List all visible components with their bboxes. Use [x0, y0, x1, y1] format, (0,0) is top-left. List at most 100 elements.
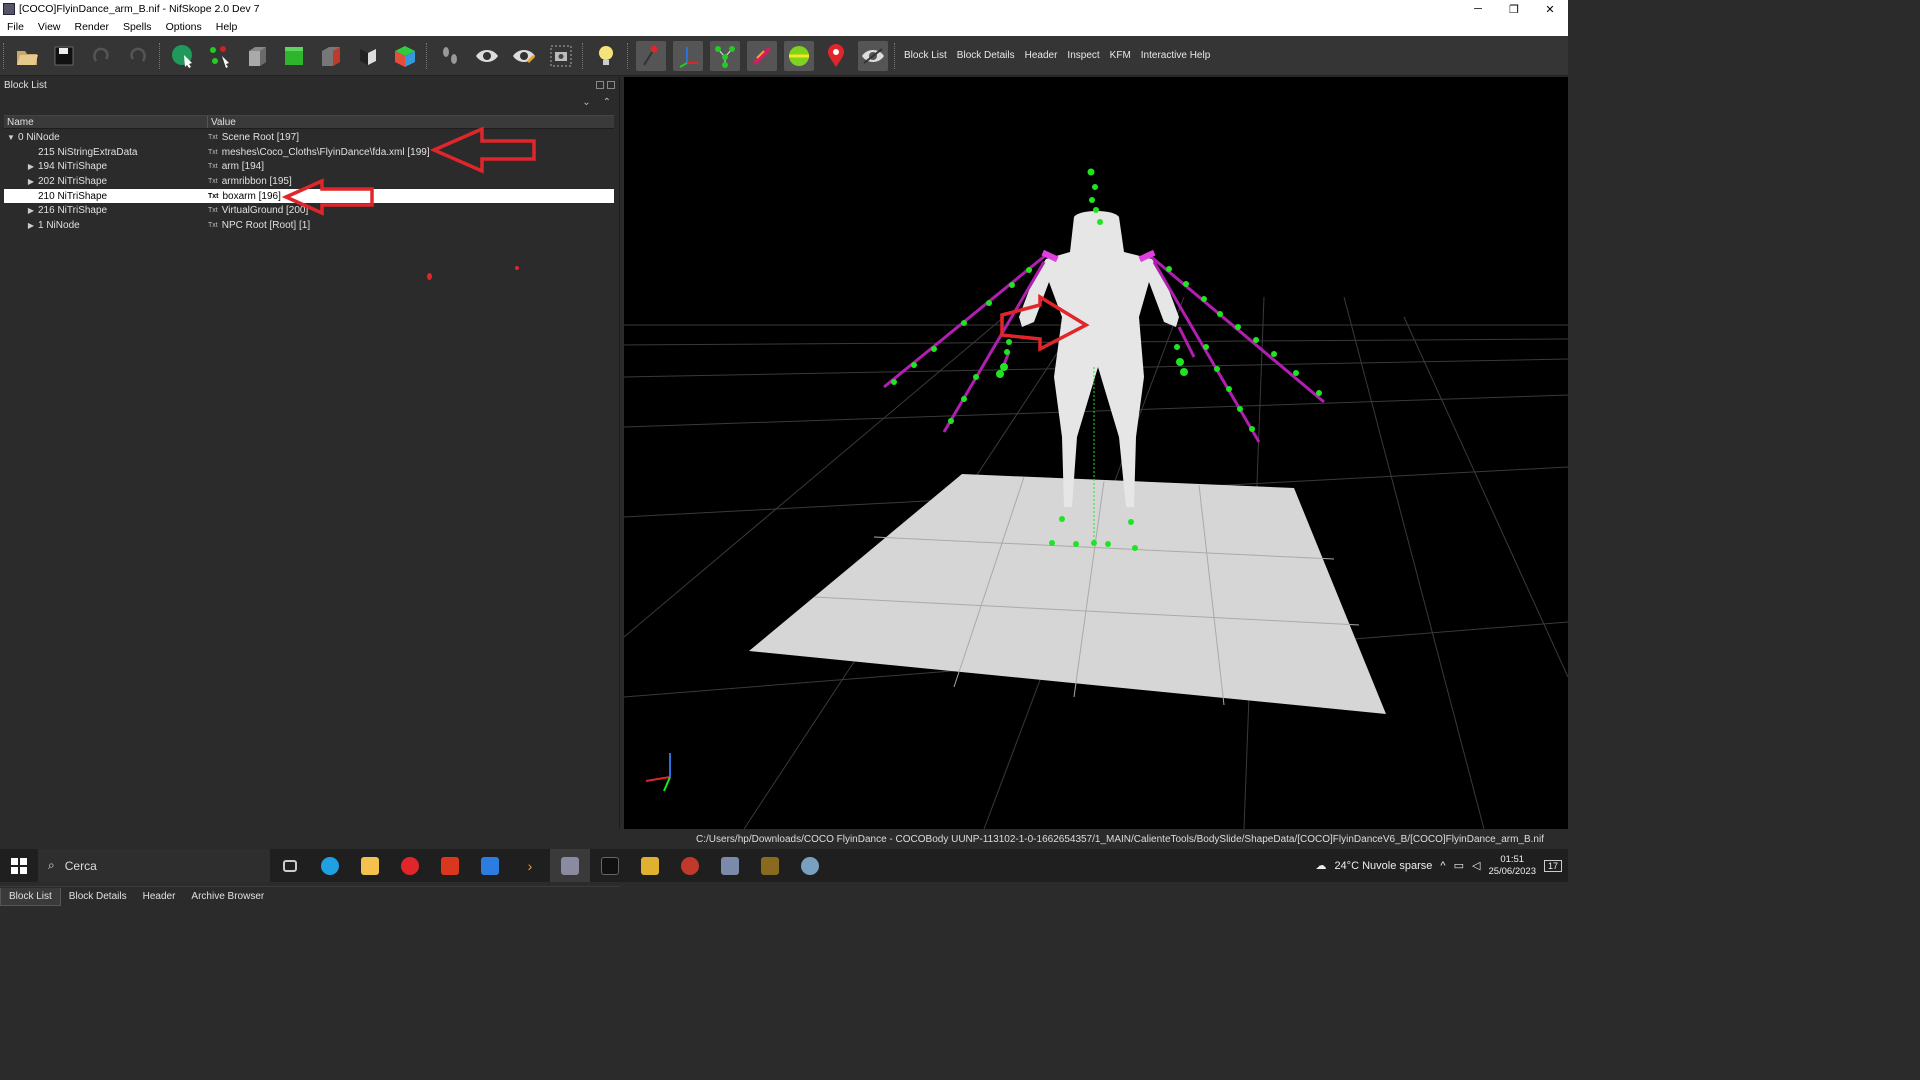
taskbar-search[interactable]: ⌕ Cerca — [38, 849, 270, 882]
expand-arrow-icon[interactable]: ▼ — [4, 133, 18, 142]
chevron-up-icon[interactable]: ^ — [1440, 860, 1445, 872]
show-skeleton-icon[interactable] — [709, 40, 740, 71]
open-file-icon[interactable] — [12, 41, 42, 71]
tree-controls: ⌄ ⌃ — [0, 93, 619, 111]
red-dot — [515, 266, 519, 270]
menu-help[interactable]: Help — [209, 21, 245, 33]
menu-options[interactable]: Options — [159, 21, 209, 33]
menu-view[interactable]: View — [31, 21, 68, 33]
file-explorer-icon[interactable] — [350, 849, 390, 882]
hide-eye-icon[interactable] — [857, 40, 888, 71]
block-list-panel: Block List ⌄ ⌃ Name Value ▼ 0 NiNode Txt S… — [0, 77, 620, 906]
toolbar-separator — [627, 42, 629, 69]
tree-row[interactable]: ▶ 1 NiNode Txt NPC Root [Root] [1] — [4, 218, 614, 233]
toolbar-separator — [159, 42, 161, 69]
block-name: 210 NiTriShape — [38, 190, 108, 202]
restore-button[interactable]: ❐ — [1496, 0, 1532, 18]
toolbar-inspect[interactable]: Inspect — [1062, 50, 1104, 61]
show-constraints-icon[interactable] — [746, 40, 777, 71]
block-value: arm [194] — [221, 161, 264, 173]
store-icon[interactable] — [470, 849, 510, 882]
undo-icon[interactable] — [86, 41, 116, 71]
nifskope-taskbar-icon[interactable] — [550, 849, 590, 882]
expand-all-icon[interactable]: ⌃ — [603, 97, 611, 108]
red-circle-app-icon[interactable] — [670, 849, 710, 882]
lighting-bulb-icon[interactable] — [591, 41, 621, 71]
gold-app-icon[interactable] — [750, 849, 790, 882]
collapse-all-icon[interactable]: ⌄ — [582, 97, 590, 108]
windows-start-icon[interactable] — [0, 849, 38, 882]
status-bar: C:/Users/hp/Downloads/COCO FlyinDance - … — [0, 829, 1568, 849]
pen-app-icon[interactable] — [710, 849, 750, 882]
bottom-tab-bar: Block List Block Details Header Archive … — [0, 886, 620, 906]
toolbar-interactive-help[interactable]: Interactive Help — [1136, 50, 1215, 61]
chevron-app-icon[interactable]: › — [510, 849, 550, 882]
weather-icon[interactable]: ☁ — [1315, 859, 1326, 872]
walk-mode-icon[interactable] — [435, 41, 465, 71]
text-type-icon: Txt — [208, 192, 219, 200]
annotation-arrow-boxarm — [282, 178, 374, 216]
show-transform-axes-icon[interactable] — [672, 40, 703, 71]
text-type-icon: Txt — [208, 133, 218, 141]
opera-browser-icon[interactable] — [390, 849, 430, 882]
float-panel-icon[interactable] — [596, 81, 604, 89]
minimize-button[interactable]: ─ — [1460, 0, 1496, 18]
view-front-icon[interactable] — [242, 41, 272, 71]
view-top-icon[interactable] — [279, 41, 309, 71]
toolbar-block-details[interactable]: Block Details — [952, 50, 1020, 61]
view-side-icon[interactable] — [316, 41, 346, 71]
redo-icon[interactable] — [123, 41, 153, 71]
show-markers-icon[interactable] — [821, 41, 851, 71]
nifskope-app-icon — [3, 3, 15, 15]
taskbar-clock[interactable]: 01:51 25/06/2023 — [1488, 854, 1536, 878]
tab-block-details[interactable]: Block Details — [61, 888, 135, 905]
notification-count[interactable]: 17 — [1543, 859, 1562, 872]
screenshot-camera-icon[interactable] — [546, 41, 576, 71]
select-vertex-icon[interactable] — [205, 41, 235, 71]
text-type-icon: Txt — [208, 221, 218, 229]
tab-block-list[interactable]: Block List — [0, 887, 61, 906]
expand-arrow-icon[interactable]: ▶ — [24, 162, 38, 171]
column-name[interactable]: Name — [4, 116, 208, 128]
f-app-icon[interactable] — [430, 849, 470, 882]
search-icon: ⌕ — [48, 858, 55, 872]
show-hidden-eye-icon[interactable] — [472, 41, 502, 71]
menu-file[interactable]: File — [0, 21, 31, 33]
toolbar-block-list[interactable]: Block List — [899, 50, 952, 61]
tab-archive-browser[interactable]: Archive Browser — [183, 888, 272, 905]
toolbar-kfm[interactable]: KFM — [1105, 50, 1136, 61]
expand-arrow-icon[interactable]: ▶ — [24, 221, 38, 230]
view-user-icon[interactable] — [390, 41, 420, 71]
save-file-icon[interactable] — [49, 41, 79, 71]
terminal-app-icon[interactable] — [590, 849, 630, 882]
gear-app-icon[interactable] — [790, 849, 830, 882]
clock-time: 01:51 — [1500, 853, 1525, 865]
edge-browser-icon[interactable] — [310, 849, 350, 882]
volume-icon[interactable]: ◁ — [1472, 859, 1480, 872]
menu-render[interactable]: Render — [68, 21, 116, 33]
toolbar-header[interactable]: Header — [1020, 50, 1063, 61]
show-axes-icon[interactable] — [635, 40, 666, 71]
view-flip-icon[interactable] — [353, 41, 383, 71]
task-view-icon[interactable] — [270, 849, 310, 882]
3d-viewport[interactable] — [624, 77, 1568, 829]
file-path: C:/Users/hp/Downloads/COCO FlyinDance - … — [696, 833, 1544, 845]
expand-arrow-icon[interactable]: ▶ — [24, 206, 38, 215]
windows-taskbar: ⌕ Cerca › ☁ 24°C Nuvole sparse ^ ▭ ◁ 01:… — [0, 849, 1568, 882]
expand-arrow-icon[interactable]: ▶ — [24, 177, 38, 186]
weather-text[interactable]: 24°C Nuvole sparse — [1334, 860, 1432, 872]
menu-spells[interactable]: Spells — [116, 21, 159, 33]
network-icon[interactable]: ▭ — [1454, 859, 1464, 872]
text-type-icon: Txt — [208, 163, 218, 171]
close-button[interactable]: ✕ — [1532, 0, 1568, 18]
select-object-icon[interactable] — [168, 41, 198, 71]
tab-header[interactable]: Header — [135, 888, 184, 905]
block-name: 0 NiNode — [18, 131, 60, 143]
calculator-app-icon[interactable] — [630, 849, 670, 882]
system-tray: ☁ 24°C Nuvole sparse ^ ▭ ◁ 01:51 25/06/2… — [1315, 854, 1568, 878]
show-collision-icon[interactable] — [783, 40, 814, 71]
virtual-ground-plane — [749, 474, 1386, 714]
show-nodes-eye-icon[interactable] — [509, 41, 539, 71]
close-panel-icon[interactable] — [607, 81, 615, 89]
column-value[interactable]: Value — [208, 116, 236, 128]
